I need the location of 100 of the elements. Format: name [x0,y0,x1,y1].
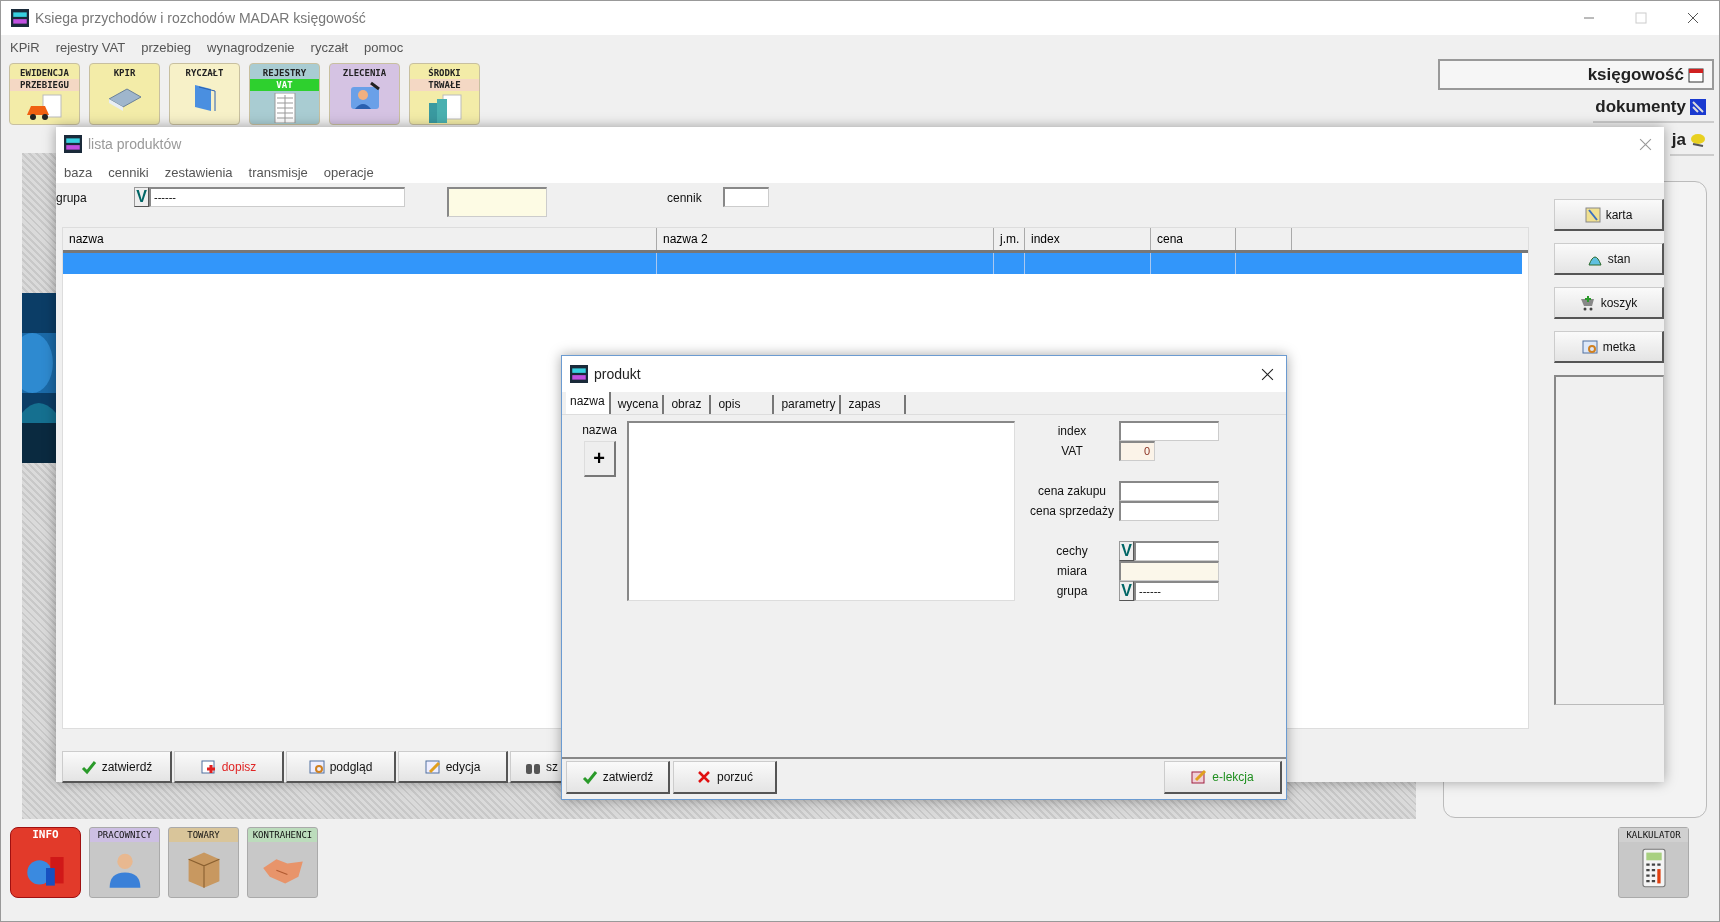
tile-label: TRWAŁE [410,79,479,91]
window-title: lista produktów [88,136,182,152]
vat-field[interactable]: 0 [1119,441,1155,461]
field-label: cena zakupu [1036,484,1108,498]
action-button[interactable]: zatwierdź [62,751,172,783]
preview-icon [308,758,325,775]
tile-label: TOWARY [186,829,221,842]
tab[interactable]: wycena [613,395,665,414]
checkmark-icon [80,758,97,775]
action-button[interactable]: dopisz [174,751,284,783]
close-icon[interactable] [1261,367,1274,381]
action-button[interactable]: edycja [398,751,508,783]
input-field[interactable] [447,187,547,217]
input-field[interactable] [1119,561,1219,581]
group-field[interactable]: ------ [149,187,405,207]
field-label: nazwa [582,423,617,437]
field-label: VAT [1060,444,1084,458]
section-tab[interactable]: ja [1669,125,1714,156]
tab[interactable]: parametry [777,395,842,414]
tile-label: KPIR [113,67,136,79]
menu-item[interactable]: ryczałt [310,39,349,55]
edit-icon [424,758,441,775]
add-icon [200,758,217,775]
window-title: Ksiega przychodów i rozchodów MADAR księgowość [35,10,366,26]
menu-item[interactable]: zestawienia [164,164,233,180]
field-label: cena sprzedaży [1028,504,1115,518]
launcher-tile[interactable]: PRACOWNICY [89,827,160,898]
input-field[interactable]: ------ [1134,581,1219,601]
section-tab[interactable]: dokumenty [1593,92,1714,123]
dropdown-toggle[interactable]: V [1119,581,1134,601]
add-button[interactable]: + [583,441,616,477]
calculator-tile[interactable]: KALKULATOR [1618,827,1689,898]
tile-label: ZLECENIA [342,67,387,79]
van-icon [24,93,65,123]
tile-label: RYCZAŁT [185,67,224,79]
column-header[interactable]: nazwa [63,228,657,250]
preview-icon [1581,338,1598,355]
tile-label: KONTRAHENCI [251,829,314,842]
input-field[interactable] [1119,481,1219,501]
name-field[interactable] [627,421,1015,601]
side-button[interactable]: koszyk [1554,287,1664,319]
action-button[interactable]: porzuć [673,761,777,794]
app-logo-icon [64,135,82,153]
toolbar-tile[interactable]: RYCZAŁT [169,63,240,125]
tile-label: KALKULATOR [1619,828,1688,842]
checkmark-icon [581,769,598,785]
calendar-icon [1688,66,1704,83]
menu-item[interactable]: pomoc [364,39,404,55]
toolbar-tile[interactable]: REJESTRY VAT [249,63,320,125]
tile-label: ŚRODKI [428,67,461,79]
column-header[interactable]: nazwa 2 [657,228,994,250]
section-tab[interactable]: księgowość [1438,59,1714,90]
dropdown-toggle[interactable]: V [134,187,149,207]
tile-label: PRACOWNICY [96,829,153,842]
tile-label: VAT [250,79,319,91]
menu-item[interactable]: rejestry VAT [55,39,126,55]
menu-item[interactable]: operacje [323,164,374,180]
toolbar-tile[interactable]: EWIDENCJA PRZEBIEGU [9,63,80,125]
menu-item[interactable]: wynagrodzenie [207,39,295,55]
cross-icon [696,769,712,785]
launcher-tile[interactable]: KONTRAHENCI [247,827,318,898]
action-button[interactable]: e-lekcja [1164,761,1282,794]
cart-icon [1579,294,1596,311]
input-field[interactable] [1119,421,1219,441]
field-label: grupa [1055,584,1089,598]
tab[interactable]: nazwa [566,392,611,414]
tab[interactable]: obraz [667,395,712,414]
side-button[interactable]: metka [1554,331,1664,363]
side-button[interactable]: stan [1554,243,1664,275]
toolbar-tile[interactable]: ZLECENIA [329,63,400,125]
field-label: grupa [56,190,88,205]
tab[interactable]: zapas [844,395,907,414]
launcher-tile[interactable]: TOWARY [168,827,239,898]
toolbar-tile[interactable]: ŚRODKI TRWAŁE [409,63,480,125]
menu-item[interactable]: przebieg [141,39,192,55]
app-logo-icon [570,365,588,383]
tab[interactable]: opis [714,395,775,414]
toolbar-tile[interactable]: KPIR [89,63,160,125]
field-label: miara [1056,564,1088,578]
launcher-tile[interactable]: INFO [10,827,81,898]
edit-icon [1191,769,1208,785]
field-label: cechy [1055,544,1089,558]
column-header[interactable]: j.m. [994,228,1025,250]
action-button[interactable]: podgląd [286,751,396,783]
menu-item[interactable]: transmisje [248,164,308,180]
menu-item[interactable]: KPiR [10,39,40,55]
column-header[interactable]: cena [1151,228,1236,250]
window-title: produkt [594,366,641,382]
column-header[interactable]: index [1025,228,1151,250]
price-list-field[interactable] [723,187,769,207]
side-button[interactable]: karta [1554,199,1664,231]
dropdown-toggle[interactable]: V [1119,541,1134,561]
menu-item[interactable]: cenniki [108,164,149,180]
menu-item[interactable]: baza [64,164,93,180]
input-field[interactable] [1119,501,1219,521]
input-field[interactable] [1134,541,1219,561]
action-button[interactable]: zatwierdź [566,761,670,794]
field-label: cennik [667,190,703,205]
helmet-icon [1690,131,1706,148]
close-icon[interactable] [1687,12,1699,24]
